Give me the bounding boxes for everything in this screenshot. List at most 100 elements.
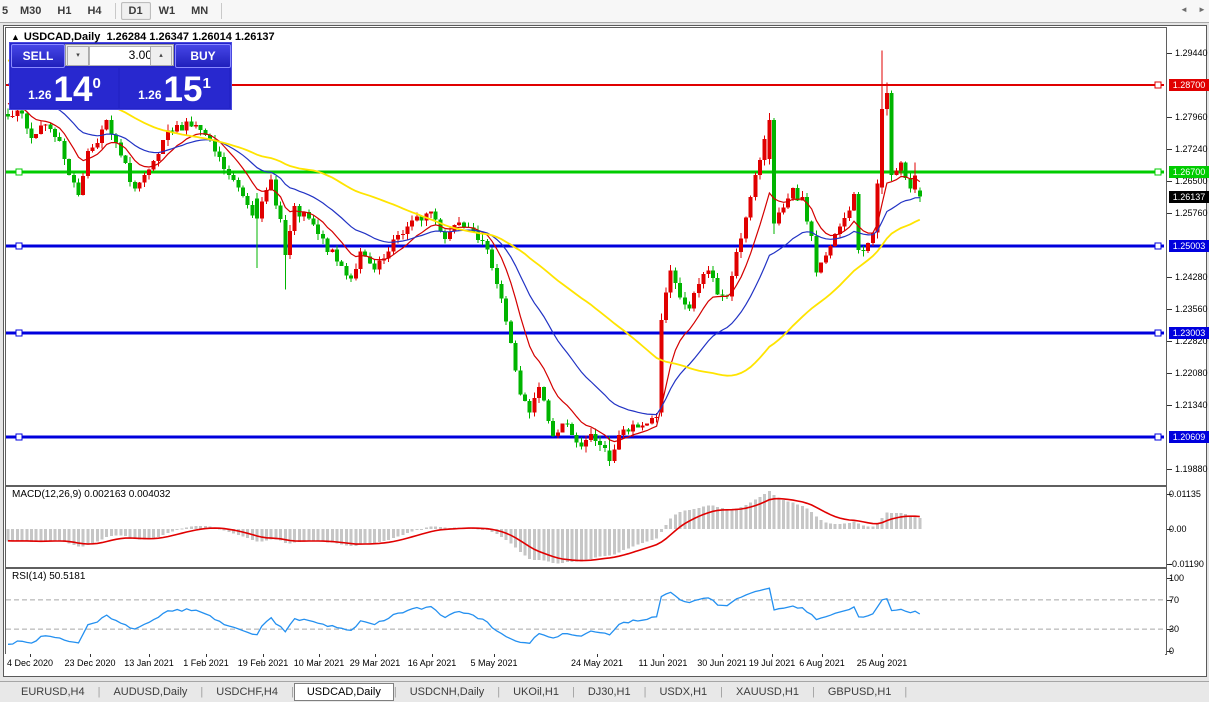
- date-label: 4 Dec 2020: [7, 658, 53, 668]
- date-tick-mark: [375, 654, 376, 657]
- tab-usdcnh-daily[interactable]: USDCNH,Daily: [397, 684, 498, 700]
- hline-handle[interactable]: [1155, 243, 1161, 249]
- toolbar-separator: [115, 3, 116, 19]
- timeframe-button-h4[interactable]: H4: [79, 2, 109, 20]
- tabs-scroll-right-icon[interactable]: ►: [1198, 5, 1206, 14]
- rsi-tick-label: 30: [1169, 624, 1179, 634]
- rsi-tick-label: 70: [1169, 595, 1179, 605]
- rsi-label: RSI(14) 50.5181: [12, 571, 85, 582]
- date-label: 13 Jan 2021: [124, 658, 174, 668]
- tabs-scroll-left-icon[interactable]: ◄: [1180, 5, 1188, 14]
- price-tick-label: 1.25760: [1175, 208, 1208, 218]
- macd-canvas: [6, 487, 1164, 565]
- hline-1.26700[interactable]: [6, 169, 1164, 175]
- date-tick-mark: [30, 654, 31, 657]
- hline-handle[interactable]: [1155, 434, 1161, 440]
- chart-marker-icon: ▲: [11, 32, 20, 42]
- tab-ukoil-h1[interactable]: UKOil,H1: [500, 684, 572, 700]
- date-label: 29 Mar 2021: [350, 658, 401, 668]
- price-tick-label: 1.21340: [1175, 400, 1208, 410]
- date-tick-mark: [90, 654, 91, 657]
- date-tick-mark: [432, 654, 433, 657]
- symbol-tabs-bar: EURUSD,H4|AUDUSD,Daily|USDCHF,H4|USDCAD,…: [0, 681, 1209, 702]
- date-tick-mark: [149, 654, 150, 657]
- date-label: 30 Jun 2021: [697, 658, 747, 668]
- sell-button[interactable]: SELL: [11, 44, 65, 68]
- date-label: 16 Apr 2021: [408, 658, 457, 668]
- price-tick-dash: [1167, 213, 1172, 214]
- timeframe-toolbar: 5M30H1H4 D1W1MN: [0, 0, 1209, 23]
- tab-usdx-h1[interactable]: USDX,H1: [646, 684, 720, 700]
- timeframe-button-d1[interactable]: D1: [121, 2, 151, 20]
- hline-1.20609[interactable]: [6, 434, 1164, 440]
- tab-usdchf-h4[interactable]: USDCHF,H4: [203, 684, 291, 700]
- hline-handle[interactable]: [1155, 169, 1161, 175]
- date-axis[interactable]: 4 Dec 202023 Dec 202013 Jan 20211 Feb 20…: [5, 654, 1165, 672]
- volume-decrease-icon[interactable]: ▾: [67, 46, 89, 66]
- hline-1.25003[interactable]: [6, 243, 1164, 249]
- hline-handle[interactable]: [1155, 330, 1161, 336]
- sell-price-big: 14: [54, 72, 93, 108]
- hline-handle[interactable]: [1155, 82, 1161, 88]
- macd-histogram: [7, 491, 922, 563]
- volume-input[interactable]: 3.00: [89, 46, 157, 66]
- volume-stepper: ▾ 3.00 ▴: [65, 44, 174, 66]
- date-label: 19 Jul 2021: [749, 658, 796, 668]
- price-tick-label: 1.24280: [1175, 272, 1208, 282]
- hline-handle[interactable]: [16, 434, 22, 440]
- price-tick-label: 1.27240: [1175, 144, 1208, 154]
- price-tick-label: 1.27960: [1175, 112, 1208, 122]
- macd-tick-label: 0.00: [1169, 524, 1187, 534]
- price-tick-dash: [1167, 309, 1172, 310]
- buy-button[interactable]: BUY: [175, 44, 231, 68]
- level-badge-1.23003: 1.23003: [1169, 327, 1209, 339]
- date-tick-mark: [772, 654, 773, 657]
- date-tick-mark: [882, 654, 883, 657]
- tab-xauusd-h1[interactable]: XAUUSD,H1: [723, 684, 812, 700]
- tab-eurusd-h4[interactable]: EURUSD,H4: [8, 684, 98, 700]
- price-tick-dash: [1167, 373, 1172, 374]
- date-label: 11 Jun 2021: [639, 658, 688, 668]
- level-badge-1.20609: 1.20609: [1169, 431, 1209, 443]
- buy-price-display[interactable]: 1.26 15 1: [120, 68, 229, 108]
- level-badge-1.26700: 1.26700: [1169, 166, 1209, 178]
- tab-usdcad-daily[interactable]: USDCAD,Daily: [294, 683, 394, 701]
- price-tick-dash: [1167, 405, 1172, 406]
- level-badge-1.25003: 1.25003: [1169, 240, 1209, 252]
- macd-label: MACD(12,26,9) 0.002163 0.004032: [12, 489, 170, 500]
- hline-handle[interactable]: [16, 330, 22, 336]
- date-label: 10 Mar 2021: [294, 658, 345, 668]
- date-tick-mark: [206, 654, 207, 657]
- price-tick-dash: [1167, 149, 1172, 150]
- timeframe-button-h1[interactable]: H1: [49, 2, 79, 20]
- date-tick-mark: [822, 654, 823, 657]
- price-tick-dash: [1167, 181, 1172, 182]
- price-tick-label: 1.23560: [1175, 304, 1208, 314]
- tab-separator: |: [904, 686, 907, 698]
- price-tick-dash: [1167, 53, 1172, 54]
- price-tick-label: 1.29440: [1175, 48, 1208, 58]
- hline-1.23003[interactable]: [6, 330, 1164, 336]
- moving-average-10: [8, 103, 920, 441]
- hline-handle[interactable]: [16, 169, 22, 175]
- price-tick-dash: [1167, 341, 1172, 342]
- volume-increase-icon[interactable]: ▴: [150, 46, 172, 66]
- hline-handle[interactable]: [16, 243, 22, 249]
- price-tick-dash: [1167, 469, 1172, 470]
- one-click-trading-panel: SELL ▾ 3.00 ▴ BUY 1.26 14 0 1.26 15 1: [9, 42, 232, 110]
- date-label: 23 Dec 2020: [64, 658, 115, 668]
- timeframe-button-5[interactable]: 5: [0, 2, 12, 20]
- timeframe-button-w1[interactable]: W1: [151, 2, 184, 20]
- buy-price-pip: 1: [202, 75, 210, 92]
- timeframe-button-m30[interactable]: M30: [12, 2, 49, 20]
- tab-audusd-daily[interactable]: AUDUSD,Daily: [100, 684, 200, 700]
- rsi-tick-label: 0: [1169, 646, 1174, 656]
- date-label: 24 May 2021: [571, 658, 623, 668]
- timeframe-button-mn[interactable]: MN: [183, 2, 216, 20]
- bid-price-badge: 1.26137: [1169, 191, 1209, 203]
- date-tick-mark: [597, 654, 598, 657]
- tab-gbpusd-h1[interactable]: GBPUSD,H1: [815, 684, 905, 700]
- tab-dj30-h1[interactable]: DJ30,H1: [575, 684, 644, 700]
- date-tick-mark: [663, 654, 664, 657]
- sell-price-display[interactable]: 1.26 14 0: [11, 68, 118, 108]
